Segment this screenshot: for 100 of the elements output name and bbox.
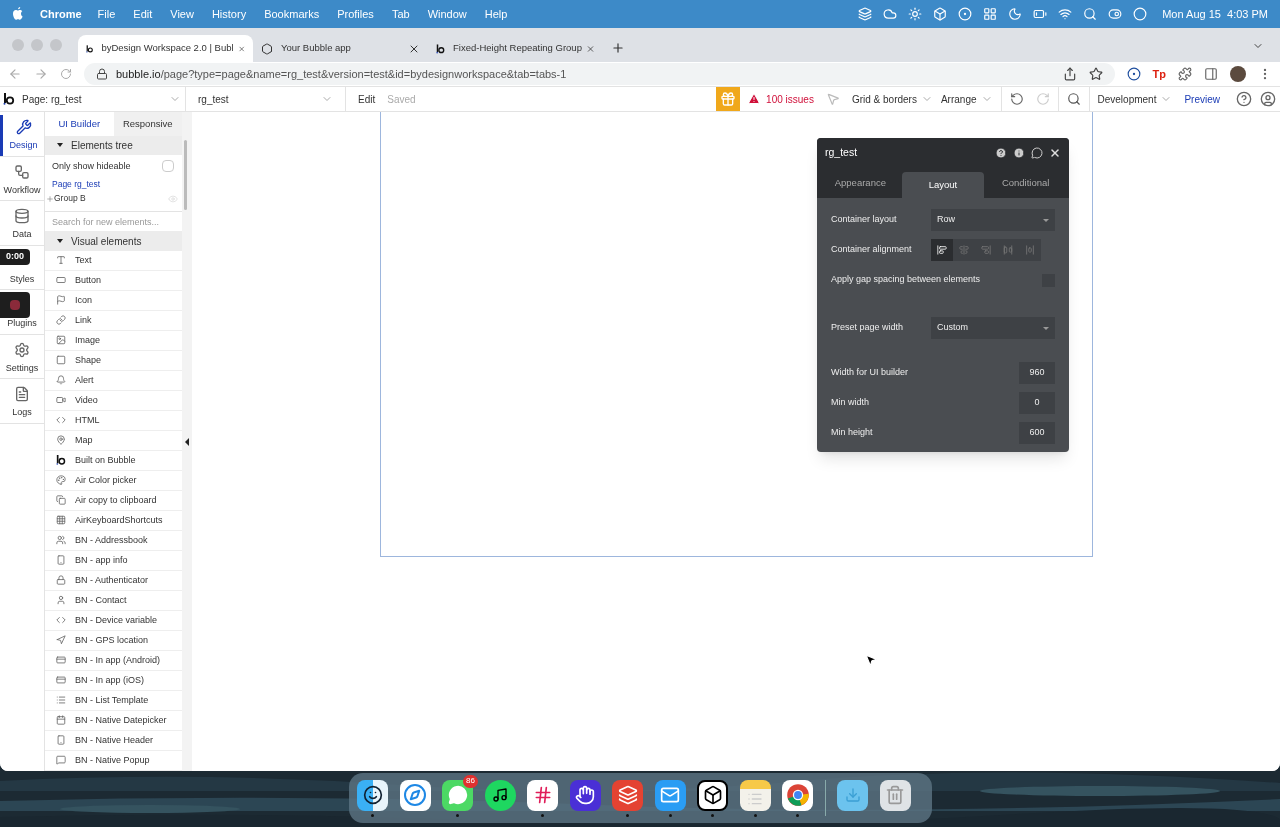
editor-tab[interactable]: Layout bbox=[901, 172, 985, 198]
wifi-icon[interactable] bbox=[1058, 7, 1073, 21]
compass-app-icon[interactable] bbox=[399, 779, 431, 811]
element-item[interactable]: BN - In app (Android) bbox=[45, 651, 182, 671]
folder-app-icon[interactable] bbox=[837, 779, 868, 811]
side-panel-icon[interactable] bbox=[1204, 67, 1218, 81]
browser-tab[interactable]: byDesign Workspace 2.0 | Bubl bbox=[78, 35, 253, 62]
search-icon[interactable] bbox=[1083, 7, 1098, 21]
box-icon[interactable] bbox=[933, 7, 948, 21]
bubble-logo-icon bbox=[436, 42, 446, 55]
chat-app-icon[interactable] bbox=[442, 779, 473, 811]
comment-icon[interactable] bbox=[1031, 147, 1043, 159]
extension-button[interactable]: Tp bbox=[1152, 65, 1166, 83]
menu-item[interactable]: Window bbox=[427, 5, 467, 23]
stop-recording-button[interactable] bbox=[0, 292, 30, 318]
menu-item[interactable]: Bookmarks bbox=[264, 5, 320, 23]
scrollbar-thumb[interactable] bbox=[184, 140, 187, 210]
help-icon[interactable] bbox=[995, 147, 1007, 159]
reload-icon[interactable] bbox=[60, 68, 72, 80]
apple-icon[interactable] bbox=[12, 7, 24, 21]
circle-icon[interactable] bbox=[1133, 7, 1148, 21]
section-header[interactable]: Elements tree bbox=[45, 135, 182, 156]
number-field[interactable]: 960 bbox=[1019, 362, 1055, 384]
menu-item[interactable]: Tab bbox=[391, 5, 410, 23]
trash-app-icon[interactable] bbox=[879, 779, 911, 811]
search-icon[interactable] bbox=[1066, 92, 1081, 106]
gift-button[interactable] bbox=[716, 87, 741, 111]
grid-menu[interactable]: Grid & borders bbox=[851, 91, 917, 107]
extensions-icon[interactable] bbox=[1178, 67, 1192, 81]
sidebar-tab[interactable]: Styles bbox=[0, 272, 44, 289]
toggle-icon[interactable] bbox=[1108, 7, 1123, 21]
environment-dropdown[interactable]: Development bbox=[1097, 91, 1157, 107]
hash-app-icon[interactable] bbox=[527, 779, 558, 811]
help-icon[interactable] bbox=[1236, 91, 1252, 107]
moon-icon[interactable] bbox=[1008, 7, 1023, 21]
search-field[interactable]: Search for new elements... bbox=[45, 211, 182, 232]
menu-item[interactable]: Help bbox=[484, 5, 508, 23]
menu-item[interactable]: File bbox=[97, 5, 116, 23]
number-field[interactable]: 0 bbox=[1019, 392, 1055, 414]
browser-app-icon[interactable] bbox=[782, 779, 813, 811]
layers-icon[interactable] bbox=[858, 7, 873, 21]
battery-icon[interactable] bbox=[1033, 7, 1048, 21]
sun-icon[interactable] bbox=[908, 7, 923, 21]
clock[interactable]: Mon Aug 15 4:03 PM bbox=[1162, 5, 1268, 23]
dropdown[interactable]: Row bbox=[931, 209, 1055, 231]
back-icon[interactable] bbox=[8, 67, 22, 81]
caret-icon[interactable] bbox=[57, 239, 63, 244]
new-tab-icon[interactable] bbox=[611, 41, 625, 55]
browser-tab[interactable]: Fixed-Height Repeating Group bbox=[428, 35, 603, 62]
sidebar-tab[interactable]: Logs bbox=[0, 382, 44, 423]
notepad-app-icon[interactable] bbox=[739, 779, 771, 811]
checkbox[interactable] bbox=[162, 160, 174, 173]
grid-icon[interactable] bbox=[983, 7, 998, 21]
circle-icon[interactable] bbox=[958, 7, 973, 21]
address-field[interactable]: bubble.io/page?type=page&name=rg_test&version=test&id=bydesignworkspace&tab=tabs-1 bbox=[84, 63, 1115, 85]
bookmark-star-icon[interactable] bbox=[1088, 67, 1103, 81]
edit-menu[interactable]: Edit bbox=[358, 91, 376, 107]
arrange-menu[interactable]: Arrange bbox=[940, 91, 977, 107]
number-field[interactable]: 600 bbox=[1019, 422, 1055, 444]
element-dropdown[interactable]: rg_test bbox=[186, 87, 346, 111]
face-app-icon[interactable] bbox=[357, 779, 388, 811]
menu-item[interactable]: Edit bbox=[133, 5, 153, 23]
share-icon[interactable] bbox=[1062, 67, 1077, 81]
hand-app-icon[interactable] bbox=[569, 779, 601, 811]
section-header[interactable]: Visual elements bbox=[45, 231, 182, 251]
editor-tab[interactable]: Appearance bbox=[819, 168, 902, 198]
undo-icon[interactable] bbox=[1009, 92, 1024, 106]
editor-tab[interactable]: Conditional bbox=[984, 168, 1067, 198]
panel-tab[interactable]: Responsive bbox=[113, 112, 182, 136]
browser-tab[interactable]: Your Bubble app bbox=[253, 35, 428, 62]
cube-app-icon[interactable] bbox=[697, 779, 728, 811]
info-icon[interactable] bbox=[1013, 147, 1025, 159]
element-item[interactable]: BN - In app (iOS) bbox=[45, 671, 182, 691]
preview-link[interactable]: Preview bbox=[1184, 91, 1220, 107]
mail-app-icon[interactable] bbox=[654, 779, 686, 811]
dropdown[interactable]: Custom bbox=[931, 317, 1055, 339]
alignment-option[interactable] bbox=[931, 239, 953, 261]
tree-item[interactable]: Page rg_test bbox=[52, 178, 101, 192]
account-icon[interactable] bbox=[1260, 91, 1276, 107]
sidebar-tab[interactable]: Plugins bbox=[0, 317, 44, 334]
sidebar-tab[interactable]: Workflow bbox=[0, 159, 44, 200]
sidebar-tab[interactable]: Data bbox=[0, 204, 44, 245]
stack-app-icon[interactable] bbox=[612, 779, 643, 811]
menu-item[interactable]: Profiles bbox=[337, 5, 374, 23]
expand-icon[interactable] bbox=[46, 194, 54, 203]
close-icon[interactable] bbox=[1049, 147, 1061, 159]
sidebar-tab[interactable]: Settings bbox=[0, 337, 44, 378]
tree-item[interactable]: Group B bbox=[54, 192, 86, 206]
menu-item[interactable]: History bbox=[211, 5, 247, 23]
page-dropdown[interactable]: Page: rg_test bbox=[18, 87, 186, 111]
menu-item[interactable]: View bbox=[170, 5, 194, 23]
pointer-icon[interactable] bbox=[825, 92, 840, 106]
forward-icon[interactable] bbox=[34, 67, 48, 81]
database-icon bbox=[14, 208, 30, 224]
cloud-icon[interactable] bbox=[883, 7, 898, 21]
profile-avatar[interactable] bbox=[1230, 66, 1246, 82]
caret-icon[interactable] bbox=[57, 143, 63, 148]
issues-link[interactable]: 100 issues bbox=[766, 91, 814, 107]
menu-item[interactable]: Chrome bbox=[40, 5, 82, 23]
music-app-icon[interactable] bbox=[484, 779, 516, 811]
